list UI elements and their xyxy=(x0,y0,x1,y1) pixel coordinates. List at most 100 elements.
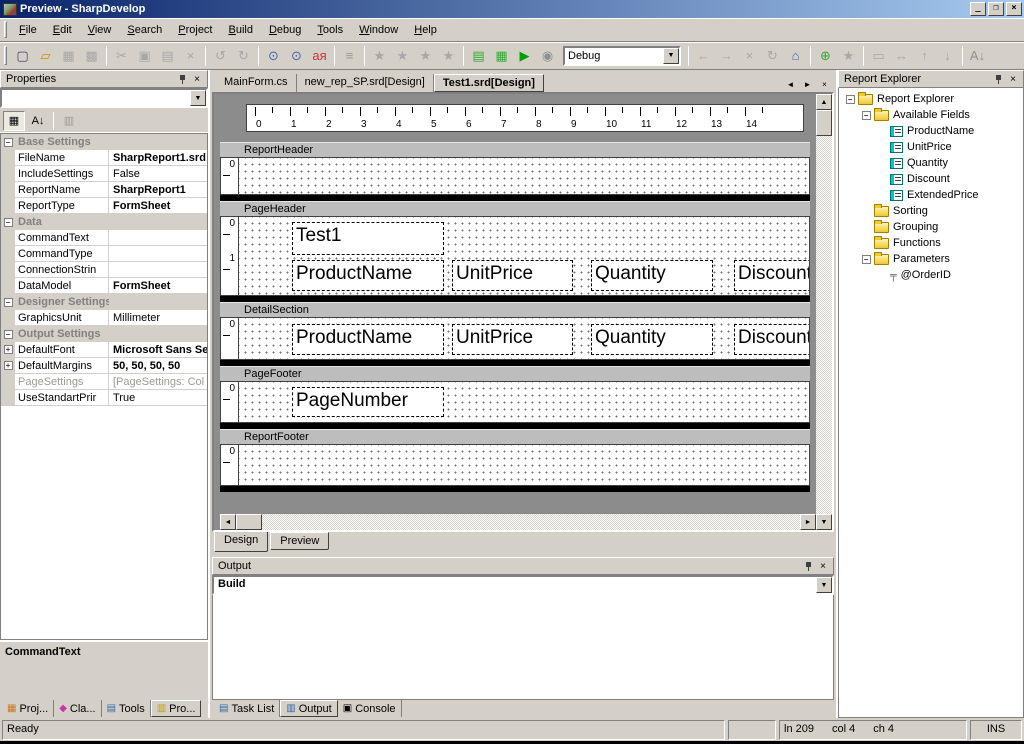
chevron-down-icon[interactable]: ▼ xyxy=(816,577,832,593)
menu-help[interactable]: Help xyxy=(406,21,445,39)
open-file-button[interactable]: ▱ xyxy=(34,45,57,67)
close-icon[interactable]: × xyxy=(816,560,830,573)
copy-button[interactable]: ▣ xyxy=(133,45,156,67)
restore-button[interactable]: ❐ xyxy=(988,2,1004,16)
menu-file[interactable]: File xyxy=(11,21,45,39)
property-value[interactable]: True xyxy=(109,390,207,405)
property-row[interactable]: +DefaultMargins50, 50, 50, 50 xyxy=(1,358,207,374)
vscroll-thumb[interactable] xyxy=(816,110,832,136)
property-row[interactable]: DataModelFormSheet xyxy=(1,278,207,294)
section-label[interactable]: ReportFooter xyxy=(220,429,810,444)
menu-tools[interactable]: Tools xyxy=(309,21,351,39)
scroll-up-button[interactable]: ↑ xyxy=(913,45,936,67)
scroll-left-icon[interactable]: ◄ xyxy=(220,514,236,530)
tree-item-report-explorer[interactable]: −Report Explorer xyxy=(842,91,1023,107)
bookmark-prev-button[interactable]: ★ xyxy=(391,45,414,67)
hscroll-thumb[interactable] xyxy=(236,514,262,530)
vertical-scrollbar[interactable]: ▲ ▼ xyxy=(816,94,832,530)
property-row[interactable]: UseStandartPrirTrue xyxy=(1,390,207,406)
collapse-icon[interactable]: − xyxy=(4,218,13,227)
property-row[interactable]: ConnectionStrin xyxy=(1,262,207,278)
tree-item-quantity[interactable]: Quantity xyxy=(842,155,1023,171)
doc-tab-test1-srd-design-[interactable]: Test1.srd[Design] xyxy=(434,74,544,92)
property-row[interactable]: GraphicsUnitMillimeter xyxy=(1,310,207,326)
view-tab-design[interactable]: Design xyxy=(214,532,268,552)
toolbar-grip[interactable] xyxy=(4,46,7,65)
scroll-down-button[interactable]: ↓ xyxy=(936,45,959,67)
menu-window[interactable]: Window xyxy=(351,21,406,39)
collapse-icon[interactable]: − xyxy=(4,330,13,339)
property-category[interactable]: −Base Settings xyxy=(1,134,207,150)
nav-refresh-button[interactable]: ↻ xyxy=(761,45,784,67)
pin-icon[interactable] xyxy=(176,73,190,86)
nav-back-button[interactable]: ← xyxy=(692,45,715,67)
build-all-button[interactable]: ▦ xyxy=(490,45,513,67)
report-item-test1[interactable]: Test1 xyxy=(292,222,444,255)
nav-forward-button[interactable]: → xyxy=(715,45,738,67)
menu-build[interactable]: Build xyxy=(221,21,261,39)
menu-grip[interactable] xyxy=(4,21,7,37)
expand-icon[interactable]: + xyxy=(4,361,13,370)
build-button[interactable]: ▤ xyxy=(467,45,490,67)
doc-tab-new-rep-sp-srd-design-[interactable]: new_rep_SP.srd[Design] xyxy=(297,74,434,92)
web-browser-button[interactable]: ⊕ xyxy=(814,45,837,67)
pad-tab-proj-[interactable]: ▦Proj... xyxy=(2,700,54,717)
pad-tab-cla-[interactable]: ◆Cla... xyxy=(54,700,101,717)
split-window-button[interactable]: ▭ xyxy=(867,45,890,67)
delete-button[interactable]: × xyxy=(179,45,202,67)
new-file-button[interactable]: ▢ xyxy=(11,45,34,67)
section-canvas[interactable]: Test1ProductNameUnitPriceQuantityDiscoun… xyxy=(238,216,810,296)
section-label[interactable]: PageHeader xyxy=(220,201,810,216)
favorites-button[interactable]: ★ xyxy=(837,45,860,67)
pad-tab-console[interactable]: ▣Console xyxy=(338,700,402,717)
expand-icon[interactable]: + xyxy=(4,345,13,354)
tree-item--orderid[interactable]: ╤@OrderID xyxy=(842,267,1023,283)
nav-stop-button[interactable]: × xyxy=(738,45,761,67)
tree-item-parameters[interactable]: −Parameters xyxy=(842,251,1023,267)
property-row[interactable]: CommandType xyxy=(1,246,207,262)
menu-view[interactable]: View xyxy=(80,21,120,39)
section-canvas[interactable] xyxy=(238,157,810,195)
tree-item-productname[interactable]: ProductName xyxy=(842,123,1023,139)
pin-icon[interactable] xyxy=(992,73,1006,86)
report-item-discount[interactable]: Discount xyxy=(734,260,810,291)
section-canvas[interactable]: ProductNameUnitPriceQuantityDiscount xyxy=(238,317,810,360)
report-item-productname[interactable]: ProductName xyxy=(292,260,444,291)
section-label[interactable]: PageFooter xyxy=(220,366,810,381)
property-value[interactable] xyxy=(109,262,207,277)
section-label[interactable]: ReportHeader xyxy=(220,142,810,157)
find-button[interactable]: ⊙ xyxy=(262,45,285,67)
collapse-icon[interactable]: − xyxy=(846,95,855,104)
collapse-icon[interactable]: − xyxy=(862,255,871,264)
menu-edit[interactable]: Edit xyxy=(45,21,80,39)
save-button[interactable]: ▦ xyxy=(57,45,80,67)
cut-button[interactable]: ✂ xyxy=(110,45,133,67)
tree-item-unitprice[interactable]: UnitPrice xyxy=(842,139,1023,155)
report-item-productname[interactable]: ProductName xyxy=(292,324,444,355)
property-value[interactable]: FormSheet xyxy=(109,278,207,293)
chevron-down-icon[interactable]: ▼ xyxy=(190,90,206,106)
tree-item-available-fields[interactable]: −Available Fields xyxy=(842,107,1023,123)
property-row[interactable]: ReportTypeFormSheet xyxy=(1,198,207,214)
property-value[interactable]: Millimeter xyxy=(109,310,207,325)
next-tab-icon[interactable]: ► xyxy=(800,77,815,92)
pad-tab-output[interactable]: ▥Output xyxy=(280,700,337,717)
tree-item-grouping[interactable]: Grouping xyxy=(842,219,1023,235)
bookmark-clear-button[interactable]: ★ xyxy=(437,45,460,67)
close-tab-icon[interactable]: × xyxy=(817,77,832,92)
close-icon[interactable]: × xyxy=(190,73,204,86)
bookmark-next-button[interactable]: ★ xyxy=(414,45,437,67)
bookmark-toggle-button[interactable]: ★ xyxy=(368,45,391,67)
paste-button[interactable]: ▤ xyxy=(156,45,179,67)
replace-button[interactable]: aя xyxy=(308,45,331,67)
scroll-right-icon[interactable]: ► xyxy=(800,514,816,530)
menu-project[interactable]: Project xyxy=(170,21,220,39)
tree-item-extendedprice[interactable]: ExtendedPrice xyxy=(842,187,1023,203)
property-category[interactable]: −Data xyxy=(1,214,207,230)
property-row[interactable]: CommandText xyxy=(1,230,207,246)
property-value[interactable]: SharpReport1.srd xyxy=(109,150,207,165)
output-category-combo[interactable]: Build ▼ xyxy=(212,575,834,595)
property-row[interactable]: FileNameSharpReport1.srd xyxy=(1,150,207,166)
property-row[interactable]: +DefaultFontMicrosoft Sans Ser xyxy=(1,342,207,358)
property-category[interactable]: −Output Settings xyxy=(1,326,207,342)
